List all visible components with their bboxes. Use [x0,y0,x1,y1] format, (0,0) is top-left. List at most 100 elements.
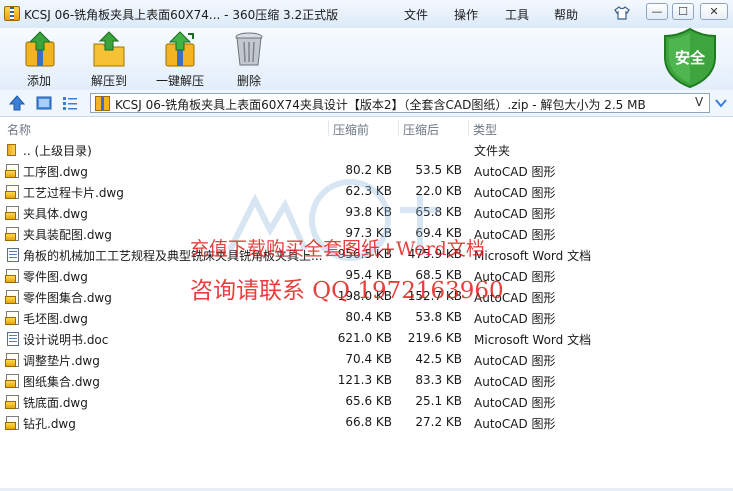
list-item[interactable]: 图纸集合.dwg 121.3 KB 83.3 KB AutoCAD 图形 [0,370,733,391]
list-item[interactable]: .. (上级目录) 文件夹 [0,139,733,160]
security-label: 安全 [674,49,705,67]
list-item[interactable]: 毛坯图.dwg 80.4 KB 53.8 KB AutoCAD 图形 [0,307,733,328]
file-name: 零件图集合.dwg [23,291,112,305]
folder-icon [5,142,21,158]
delete-button[interactable]: 删除 [214,30,284,88]
dwg-file-icon [5,394,21,410]
column-after[interactable]: 压缩后 [403,121,439,138]
file-type: AutoCAD 图形 [474,312,556,326]
column-name[interactable]: 名称 [7,121,31,138]
close-button[interactable]: ✕ [700,3,728,20]
dwg-file-icon [5,226,21,242]
list-item[interactable]: 调整垫片.dwg 70.4 KB 42.5 KB AutoCAD 图形 [0,349,733,370]
thumbnail-view-icon[interactable] [36,95,52,111]
file-type: Microsoft Word 文档 [474,333,592,347]
file-name: 设计说明书.doc [23,333,109,347]
help-question-icon[interactable] [714,96,728,110]
list-item[interactable]: 钻孔.dwg 66.8 KB 27.2 KB AutoCAD 图形 [0,412,733,433]
file-name: 零件图.dwg [23,270,88,284]
file-name: 工艺过程卡片.dwg [23,186,124,200]
maximize-button[interactable]: ☐ [672,3,694,20]
dwg-file-icon [5,415,21,431]
size-before: 70.4 KB [345,352,392,366]
add-archive-icon [25,31,55,67]
file-type: 文件夹 [474,144,511,158]
app-logo-icon [4,6,20,21]
path-dropdown-chevron-icon[interactable]: V [695,95,703,109]
up-arrow-icon[interactable] [9,95,25,111]
size-after: 83.3 KB [415,373,462,387]
size-after: 42.5 KB [415,352,462,366]
dwg-file-icon [5,184,21,200]
file-type: AutoCAD 图形 [474,417,556,431]
dwg-file-icon [5,163,21,179]
file-list-header: 名称 压缩前 压缩后 类型 [0,118,733,138]
list-view-icon[interactable] [62,95,78,111]
file-name: 铣底面.dwg [23,396,88,410]
column-divider[interactable] [328,120,329,136]
file-name: 钻孔.dwg [23,417,76,431]
address-bar: KCSJ 06-铣角板夹具上表面60X74夹具设计【版本2】（全套含CAD图纸）… [0,90,733,117]
file-name: 夹具装配图.dwg [23,228,112,242]
size-before: 121.3 KB [337,373,392,387]
window-title: KCSJ 06-铣角板夹具上表面60X74... - 360压缩 3.2正式版 [24,8,339,22]
archive-path-field[interactable]: KCSJ 06-铣角板夹具上表面60X74夹具设计【版本2】（全套含CAD图纸）… [90,93,710,113]
size-after: 53.8 KB [415,310,462,324]
menu-tools[interactable]: 工具 [505,6,529,23]
skin-shirt-icon[interactable] [614,5,630,21]
menu-help[interactable]: 帮助 [554,6,578,23]
dwg-file-icon [5,205,21,221]
extract-to-button[interactable]: 解压到 [74,30,144,88]
file-type: AutoCAD 图形 [474,354,556,368]
minimize-button[interactable]: — [646,3,668,20]
dwg-file-icon [5,268,21,284]
column-type[interactable]: 类型 [473,121,497,138]
add-button[interactable]: 添加 [4,30,74,88]
watermark-text-line2: 咨询请联系 QQ 1972163960 [190,278,504,304]
column-before[interactable]: 压缩前 [333,121,369,138]
extract-to-icon [93,31,125,67]
file-name: 毛坯图.dwg [23,312,88,326]
trash-can-icon [235,32,263,66]
size-before: 80.4 KB [345,310,392,324]
dwg-file-icon [5,310,21,326]
dwg-file-icon [5,373,21,389]
zip-archive-icon [95,96,110,111]
file-type: AutoCAD 图形 [474,375,556,389]
file-name: 调整垫片.dwg [23,354,100,368]
one-click-extract-button[interactable]: 一键解压 [144,30,216,88]
word-document-icon [5,247,21,263]
add-label: 添加 [26,74,51,88]
toolbar: 添加 解压到 一键解压 删除 [0,28,733,90]
delete-label: 删除 [236,74,261,88]
archive-path-text: KCSJ 06-铣角板夹具上表面60X74夹具设计【版本2】（全套含CAD图纸）… [115,98,646,112]
size-after: 219.6 KB [407,331,462,345]
list-item[interactable]: 设计说明书.doc 621.0 KB 219.6 KB Microsoft Wo… [0,328,733,349]
watermark-text-line1: 充值下载购买全套图纸+Word文档 [190,238,485,260]
word-document-icon [5,331,21,347]
dwg-file-icon [5,352,21,368]
file-name: 工序图.dwg [23,165,88,179]
file-name: 图纸集合.dwg [23,375,100,389]
file-name: .. (上级目录) [23,144,92,158]
column-divider[interactable] [398,120,399,136]
column-divider[interactable] [468,120,469,136]
title-bar: KCSJ 06-铣角板夹具上表面60X74... - 360压缩 3.2正式版 … [0,0,733,28]
menu-operation[interactable]: 操作 [454,6,478,23]
file-type: Microsoft Word 文档 [474,249,592,263]
size-before: 66.8 KB [345,415,392,429]
watermark-logo-icon [227,179,440,261]
security-shield-badge[interactable]: 安全 [662,27,718,89]
size-before: 65.6 KB [345,394,392,408]
menu-file[interactable]: 文件 [404,6,428,23]
dwg-file-icon [5,289,21,305]
size-after: 27.2 KB [415,415,462,429]
extract-to-label: 解压到 [90,74,127,88]
size-before: 621.0 KB [337,331,392,345]
size-after: 25.1 KB [415,394,462,408]
one-click-extract-label: 一键解压 [155,74,204,88]
file-name: 夹具体.dwg [23,207,88,221]
one-click-extract-icon [165,31,195,67]
file-type: AutoCAD 图形 [474,396,556,410]
list-item[interactable]: 铣底面.dwg 65.6 KB 25.1 KB AutoCAD 图形 [0,391,733,412]
